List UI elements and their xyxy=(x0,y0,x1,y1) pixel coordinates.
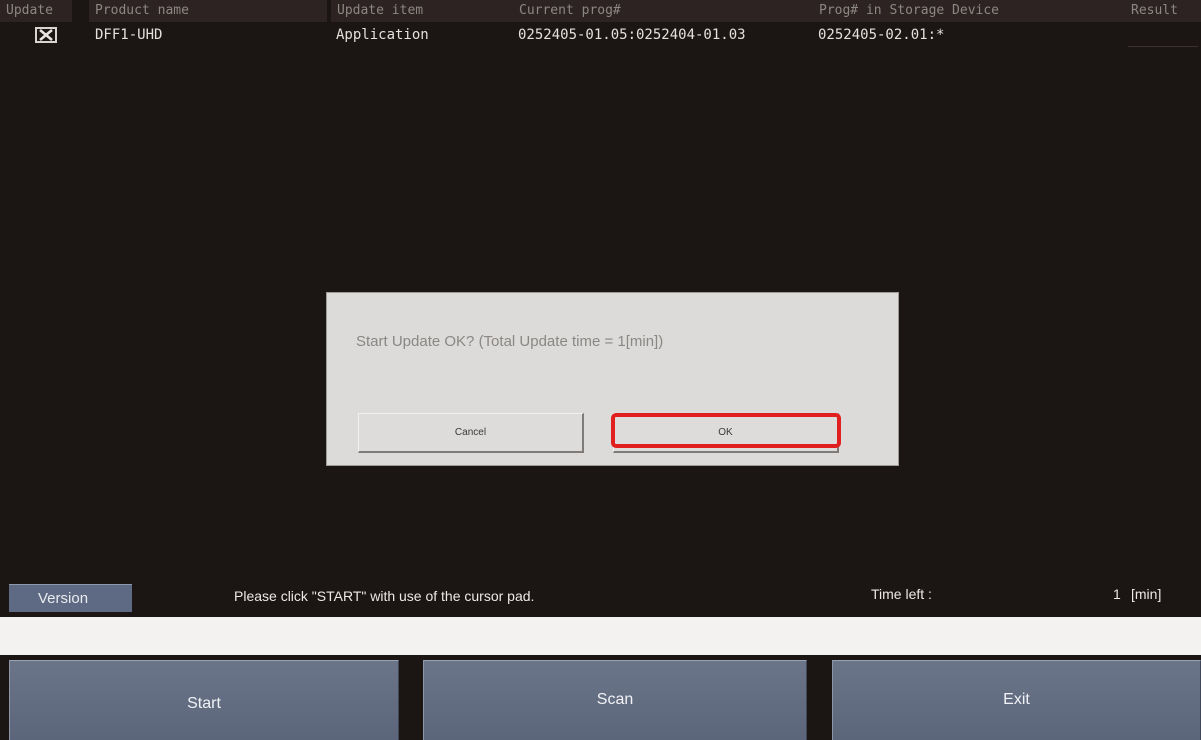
header-result: Result xyxy=(1125,0,1201,22)
header-update: Update xyxy=(0,0,72,22)
exit-button-label: Exit xyxy=(1003,691,1030,708)
header-current-prog: Current prog# xyxy=(513,0,813,22)
confirm-dialog: Start Update OK? (Total Update time = 1[… xyxy=(326,292,899,466)
status-message: Please click "START" with use of the cur… xyxy=(234,588,535,604)
current-prog-cell: 0252405-01.05:0252404-01.03 xyxy=(518,27,746,43)
start-button-label: Start xyxy=(187,695,221,712)
time-left-unit: [min] xyxy=(1131,586,1162,602)
product-name-cell: DFF1-UHD xyxy=(95,27,163,43)
table-row[interactable]: DFF1-UHD Application 0252405-01.05:02524… xyxy=(0,22,1201,48)
cancel-button[interactable]: Cancel xyxy=(358,413,584,453)
scan-button[interactable]: Scan xyxy=(423,660,807,740)
storage-prog-cell: 0252405-02.01:* xyxy=(818,27,945,43)
update-item-cell: Application xyxy=(336,27,429,43)
start-button[interactable]: Start xyxy=(9,660,399,740)
result-cell xyxy=(1128,46,1198,47)
scan-button-label: Scan xyxy=(596,691,634,708)
time-left-label: Time left : xyxy=(871,586,932,602)
header-storage-prog: Prog# in Storage Device xyxy=(813,0,1125,22)
header-update-item: Update item xyxy=(331,0,513,22)
update-screen: Update Product name Update item Current … xyxy=(0,0,1201,740)
time-left-value: 1 xyxy=(1113,586,1121,602)
exit-button[interactable]: Exit xyxy=(832,660,1201,740)
version-button[interactable]: Version xyxy=(9,584,132,612)
ok-button[interactable]: OK xyxy=(613,413,839,453)
dialog-message: Start Update OK? (Total Update time = 1[… xyxy=(356,333,664,350)
progress-bar xyxy=(0,617,1201,655)
header-product-name: Product name xyxy=(89,0,327,22)
